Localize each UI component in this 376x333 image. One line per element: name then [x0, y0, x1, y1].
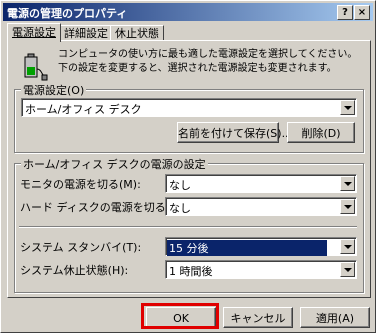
harddisk-off-select[interactable]: なし — [165, 197, 357, 216]
monitor-off-select[interactable]: なし — [165, 174, 357, 193]
standby-label: システム スタンバイ(T): — [20, 241, 142, 254]
tab-advanced[interactable]: 詳細設定 — [59, 25, 113, 41]
close-glyph: × — [357, 7, 367, 18]
power-scheme-group: 電源設定(O) ホーム/オフィス デスク 名前を付けて保存(S)... 削除(D… — [14, 82, 364, 153]
settings-separator — [19, 226, 357, 228]
power-scheme-group-label: 電源設定(O) — [21, 82, 87, 98]
apply-button[interactable]: 適用(A) — [300, 307, 370, 328]
scheme-settings-group-label: ホーム/オフィス デスクの電源の設定 — [21, 156, 208, 172]
harddisk-off-value: なし — [169, 202, 191, 215]
dropdown-arrow-icon[interactable] — [340, 100, 355, 115]
battery-plug-icon — [24, 53, 48, 81]
harddisk-off-label: ハード ディスクの電源を切る(I): — [20, 201, 182, 214]
standby-select[interactable]: 15 分後 — [165, 237, 357, 256]
description-text: コンピュータの使い方に最も適した電源設定を選択してください。下の設定を変更すると… — [58, 49, 358, 74]
tab-power-schemes-label: 電源設定 — [12, 26, 56, 39]
properties-window: 電源の管理のプロパティ ? × 電源設定 詳細設定 休止状態 コンピュータの使い… — [0, 0, 376, 333]
tab-hibernate-label: 休止状態 — [115, 27, 159, 40]
power-scheme-value: ホーム/オフィス デスク — [25, 103, 142, 116]
close-icon[interactable]: × — [354, 5, 370, 20]
dropdown-arrow-icon[interactable] — [340, 239, 355, 254]
title-bar[interactable]: 電源の管理のプロパティ ? × — [3, 3, 373, 21]
tab-panel: コンピュータの使い方に最も適した電源設定を選択してください。下の設定を変更すると… — [7, 40, 371, 298]
help-icon[interactable]: ? — [337, 5, 353, 20]
cancel-button[interactable]: キャンセル — [223, 307, 293, 328]
delete-button[interactable]: 削除(D) — [287, 122, 355, 143]
power-scheme-select[interactable]: ホーム/オフィス デスク — [21, 98, 357, 117]
scheme-settings-group: ホーム/オフィス デスクの電源の設定 モニタの電源を切る(M): なし ハード … — [14, 156, 364, 293]
tab-advanced-label: 詳細設定 — [64, 27, 108, 40]
save-as-button[interactable]: 名前を付けて保存(S)... — [177, 122, 292, 143]
dropdown-arrow-icon[interactable] — [340, 176, 355, 191]
monitor-off-label: モニタの電源を切る(M): — [20, 178, 141, 191]
tab-power-schemes[interactable]: 電源設定 — [7, 23, 61, 42]
window-title: 電源の管理のプロパティ — [7, 7, 128, 20]
tab-hibernate[interactable]: 休止状態 — [110, 25, 164, 41]
dropdown-arrow-icon[interactable] — [340, 262, 355, 277]
monitor-off-value: なし — [169, 179, 191, 192]
hibernate-label: システム休止状態(H): — [20, 264, 129, 277]
help-glyph: ? — [342, 7, 348, 18]
dropdown-arrow-icon[interactable] — [340, 199, 355, 214]
hibernate-select[interactable]: 1 時間後 — [165, 260, 357, 279]
ok-highlight-outline — [141, 303, 219, 329]
hibernate-value: 1 時間後 — [169, 265, 213, 278]
standby-value: 15 分後 — [167, 240, 327, 256]
